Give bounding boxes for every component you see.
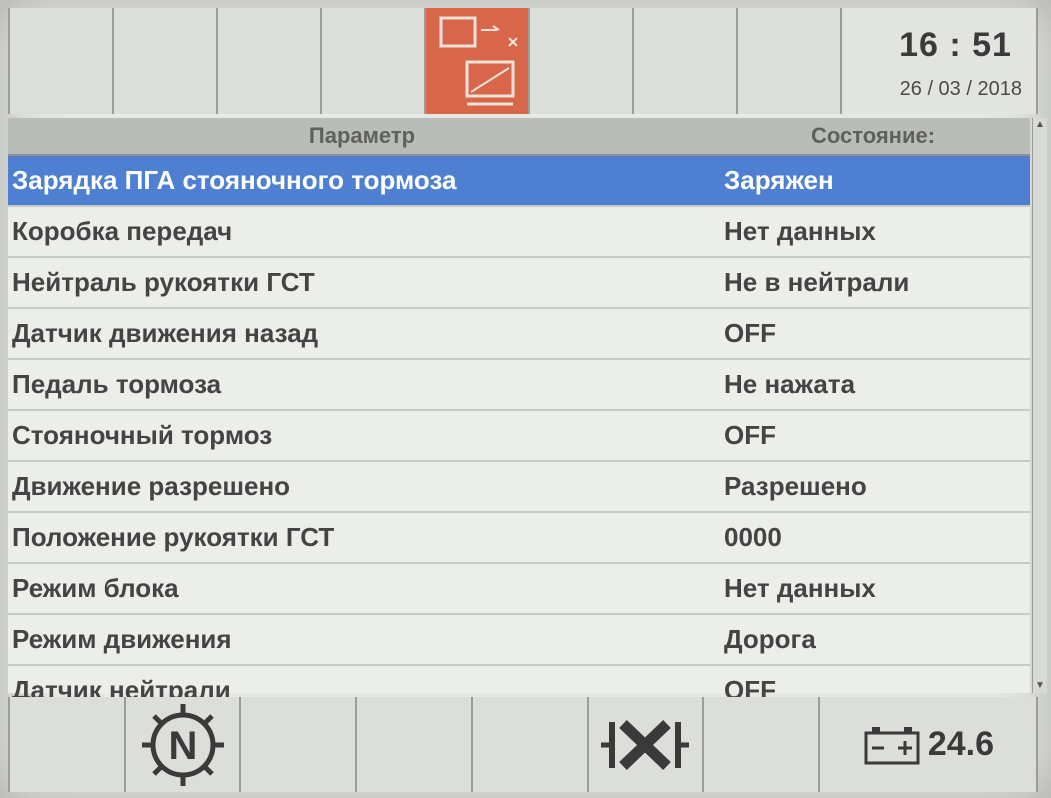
row-param: Движение разрешено xyxy=(12,471,291,501)
table-row[interactable]: Режим блока Нет данных xyxy=(8,564,1030,615)
bottom-slot-4[interactable] xyxy=(357,697,473,792)
transmission-x-icon xyxy=(601,719,690,770)
top-slot-3[interactable] xyxy=(218,8,323,114)
top-slot-2[interactable] xyxy=(114,8,219,114)
table-row[interactable]: Педаль тормоза Не нажата xyxy=(8,360,1030,411)
top-slot-6[interactable] xyxy=(530,8,635,114)
screen-transfer-button[interactable] xyxy=(426,8,531,114)
neutral-gear-button[interactable]: N xyxy=(125,697,242,792)
top-slot-1[interactable] xyxy=(8,8,115,114)
row-param: Педаль тормоза xyxy=(12,369,222,399)
row-state: OFF xyxy=(724,318,776,348)
row-param: Датчик движения назад xyxy=(12,318,319,348)
bottom-slot-5[interactable] xyxy=(472,697,589,792)
scroll-up-icon[interactable]: ▲ xyxy=(1033,118,1047,132)
column-header-state: Состояние: xyxy=(810,123,936,148)
table-row[interactable]: Режим движения Дорога xyxy=(8,615,1030,666)
parameters-table: Параметр Состояние: Зарядка ПГА стояночн… xyxy=(8,118,1030,717)
row-param: Режим движения xyxy=(12,624,232,654)
neutral-gear-icon: N xyxy=(141,703,224,786)
table-row[interactable]: Положение рукоятки ГСТ 0000 xyxy=(8,513,1030,564)
clock-date: 26 / 03 / 2018 xyxy=(899,78,1022,100)
row-param: Коробка передач xyxy=(12,216,233,246)
row-param: Нейтраль рукоятки ГСТ xyxy=(12,267,315,297)
bottom-toolbar: N 24.6 xyxy=(8,697,1038,792)
row-param: Зарядка ПГА стояночного тормоза xyxy=(12,165,457,195)
table-row[interactable]: Зарядка ПГА стояночного тормоза Заряжен xyxy=(8,156,1030,207)
clock-panel: 16 : 51 26 / 03 / 2018 xyxy=(842,8,1038,114)
transmission-x-button[interactable] xyxy=(588,697,705,792)
battery-panel: 24.6 xyxy=(819,697,1038,792)
top-slot-7[interactable] xyxy=(634,8,739,114)
row-state: Не нажата xyxy=(724,369,856,399)
top-slot-4[interactable] xyxy=(322,8,427,114)
row-state: Нет данных xyxy=(724,216,876,246)
row-state: 0000 xyxy=(724,522,782,552)
row-state: Заряжен xyxy=(724,165,834,195)
bottom-slot-3[interactable] xyxy=(241,697,358,792)
top-toolbar: 16 : 51 26 / 03 / 2018 xyxy=(8,8,1038,114)
table-row[interactable]: Стояночный тормоз OFF xyxy=(8,411,1030,462)
battery-icon xyxy=(864,726,920,764)
table-row[interactable]: Коробка передач Нет данных xyxy=(8,207,1030,258)
row-param: Режим блока xyxy=(12,573,179,603)
table-row[interactable]: Нейтраль рукоятки ГСТ Не в нейтрали xyxy=(8,258,1030,309)
row-state: Дорога xyxy=(724,624,816,654)
scroll-down-icon[interactable]: ▼ xyxy=(1033,679,1047,693)
table-header: Параметр Состояние: xyxy=(8,118,1030,156)
table-row[interactable]: Движение разрешено Разрешено xyxy=(8,462,1030,513)
clock-time: 16 : 51 xyxy=(899,26,1012,64)
screen-transfer-icon xyxy=(439,16,518,106)
row-param: Положение рукоятки ГСТ xyxy=(12,522,335,552)
table-scrollbar[interactable]: ▲ ▼ xyxy=(1032,118,1047,693)
table-row[interactable]: Датчик движения назад OFF xyxy=(8,309,1030,360)
row-state: OFF xyxy=(724,420,776,450)
battery-voltage: 24.6 xyxy=(927,725,995,763)
bottom-slot-1[interactable] xyxy=(8,697,126,792)
row-param: Стояночный тормоз xyxy=(12,420,273,450)
neutral-letter: N xyxy=(168,724,197,768)
display-screen: 16 : 51 26 / 03 / 2018 Параметр Состояни… xyxy=(0,0,1051,798)
top-slot-8[interactable] xyxy=(738,8,843,114)
row-state: Разрешено xyxy=(724,471,867,501)
row-state: Нет данных xyxy=(724,573,876,603)
bottom-slot-7[interactable] xyxy=(704,697,820,792)
column-header-param: Параметр xyxy=(308,123,416,148)
row-state: Не в нейтрали xyxy=(724,267,910,297)
